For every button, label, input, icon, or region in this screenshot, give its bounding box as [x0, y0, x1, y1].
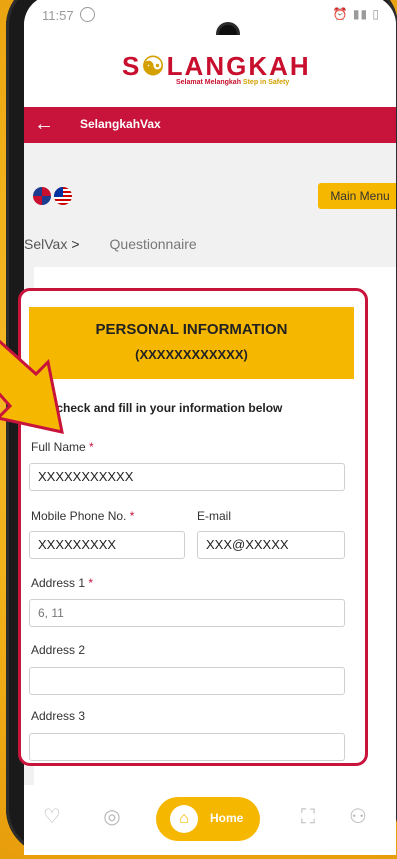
address1-label: Address 1 *	[31, 576, 94, 590]
scan-icon[interactable]: ⛶	[294, 803, 322, 831]
logo-tagline: Selamat Melangkah Step in Safety	[176, 79, 290, 86]
email-field[interactable]: XXX@XXXXX	[197, 531, 345, 559]
address3-field[interactable]	[29, 733, 345, 761]
breadcrumb: SelVax > Questionnaire	[24, 236, 197, 252]
address2-field[interactable]	[29, 667, 345, 695]
bottom-nav: ♡ ◎ ⌂ Home ⛶ ⚇	[24, 785, 396, 855]
header-title: SelangkahVax	[80, 117, 161, 131]
home-button[interactable]: ⌂ Home	[156, 797, 260, 841]
mobile-field[interactable]: XXXXXXXXX	[29, 531, 185, 559]
home-icon: ⌂	[170, 805, 198, 833]
uk-flag-icon[interactable]	[33, 187, 51, 205]
breadcrumb-selvax[interactable]: SelVax	[24, 236, 67, 252]
mobile-label: Mobile Phone No. *	[31, 509, 135, 523]
section-title: PERSONAL INFORMATION	[95, 321, 288, 338]
whatsapp-icon	[80, 7, 95, 22]
address2-label: Address 2	[31, 643, 86, 657]
status-time: 11:57	[42, 8, 74, 23]
home-label: Home	[210, 811, 244, 825]
group-icon[interactable]: ⚇	[344, 803, 372, 831]
malaysia-flag-icon[interactable]	[54, 187, 72, 205]
full-name-label: Full Name *	[31, 440, 94, 454]
address1-field[interactable]: 6, 11	[29, 599, 345, 627]
breadcrumb-questionnaire: Questionnaire	[109, 236, 197, 252]
email-label: E-mail	[197, 509, 232, 523]
back-arrow-icon[interactable]: ←	[34, 113, 54, 136]
status-bar: 11:57 ⏰ ▮▮ ▯	[24, 0, 396, 35]
breadcrumb-separator: >	[71, 236, 80, 252]
selangkah-logo: S☯LANGKAH	[122, 51, 311, 81]
signal-battery-icons: ⏰ ▮▮ ▯	[332, 7, 380, 21]
main-menu-button[interactable]: Main Menu	[318, 183, 396, 209]
pointer-arrow-icon	[0, 340, 64, 434]
logo-area: S☯LANGKAH Selamat Melangkah Step in Safe…	[24, 35, 396, 115]
address3-label: Address 3	[31, 709, 86, 723]
app-header: ← SelangkahVax	[24, 107, 396, 143]
heart-icon[interactable]: ♡	[38, 803, 66, 831]
language-row: Main Menu SelVax > Questionnaire	[24, 145, 396, 275]
globe-icon[interactable]: ◎	[98, 803, 126, 831]
full-name-field[interactable]: XXXXXXXXXXX	[29, 463, 345, 491]
